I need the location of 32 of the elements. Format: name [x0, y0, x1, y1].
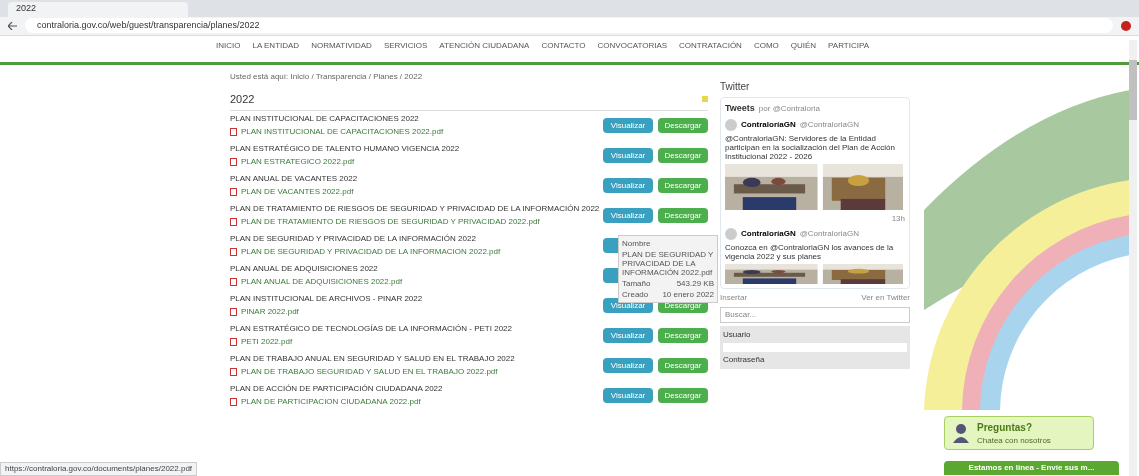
document-title: PLAN DE SEGURIDAD Y PRIVACIDAD DE LA INFORMACIÓN 2022 — [230, 233, 477, 245]
tweet-handle: @ContraloriaGN — [799, 118, 859, 131]
tooltip-value: 543.29 KB — [676, 278, 714, 288]
folder-title: 2022 — [230, 92, 255, 107]
document-title: PLAN INSTITUCIONAL DE CAPACITACIONES 2022 — [230, 113, 420, 125]
field-label: Usuario — [723, 328, 752, 341]
chat-title: Preguntas? — [977, 420, 1033, 435]
document-title: PLAN ESTRATÉGICO DE TALENTO HUMANO VIGENCIA 2022 — [230, 143, 460, 155]
document-title: PLAN ANUAL DE VACANTES 2022 — [230, 173, 358, 185]
tweet-author: ContraloríaGN — [741, 227, 796, 240]
tweet-handle: @ContraloriaGN — [799, 227, 859, 240]
field-label: Contraseña — [723, 353, 766, 366]
tweet-text: Conozca en @ContraloriaGN los avances de la vigencia 2022 y sus planes — [725, 242, 895, 261]
tweet-text: @ContraloriaGN: Servidores de la Entidad participan en la socialización del Plan de Acción Institucional 2022 - 2026 — [725, 133, 896, 161]
document-title: PLAN ESTRATÉGICO DE TECNOLOGÍAS DE LA INFORMACIÓN - PETI 2022 — [230, 323, 512, 335]
tooltip-heading: Nombre — [622, 238, 652, 248]
status-url: https://contraloria.gov.co/documents/planes/2022.pdf — [0, 462, 198, 476]
document-title: PLAN ANUAL DE ADQUISICIONES 2022 — [230, 263, 379, 275]
document-title: PLAN DE TRABAJO ANUAL EN SEGURIDAD Y SALUD EN EL TRABAJO 2022 — [230, 353, 515, 365]
section-title: Twitter — [720, 80, 751, 94]
document-title: PLAN DE TRATAMIENTO DE RIESGOS DE SEGURIDAD Y PRIVACIDAD DE LA INFORMACIÓN 2022 — [230, 203, 600, 215]
tooltip-label: Creado — [622, 289, 649, 299]
tooltip-label: Tamaño — [622, 278, 651, 288]
tooltip-text: PLAN DE SEGURIDAD Y PRIVACIDAD DE LA INFORMACIÓN 2022.pdf — [622, 249, 714, 277]
tweet-time: 13h — [891, 212, 905, 225]
document-title: PLAN INSTITUCIONAL DE ARCHIVOS - PINAR 2022 — [230, 293, 423, 305]
chat-subtitle: Chatea con nosotros — [977, 434, 1051, 447]
tooltip-value: 10 enero 2022 — [662, 289, 714, 299]
document-title: PLAN DE ACCIÓN DE PARTICIPACIÓN CIUDADANA 2022 — [230, 383, 443, 395]
breadcrumb: Usted está aquí: Inicio / Transparencia / Planes / 2022 — [230, 71, 424, 83]
panel-heading: Tweets — [725, 102, 755, 115]
tweet-author: ContraloríaGN — [741, 118, 796, 131]
